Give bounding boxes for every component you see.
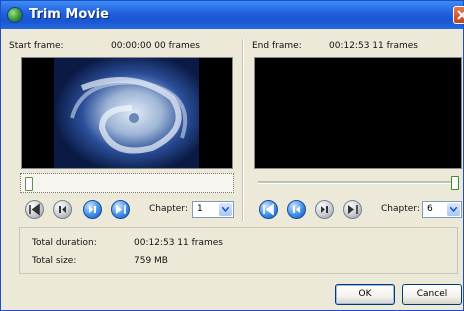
end-skip-back-button[interactable] [259, 200, 278, 219]
start-step-forward-button[interactable] [83, 200, 102, 219]
total-size-value: 759 MB [134, 256, 168, 266]
cancel-button[interactable]: Cancel [402, 284, 462, 305]
end-skip-forward-button[interactable] [343, 200, 362, 219]
start-skip-back-button[interactable] [25, 200, 44, 219]
title-bar[interactable]: Trim Movie [1, 1, 464, 29]
start-skip-forward-button[interactable] [111, 200, 130, 219]
start-preview [21, 57, 233, 169]
close-icon [457, 10, 464, 20]
chevron-down-icon[interactable] [219, 203, 232, 216]
end-slider-line [258, 181, 454, 184]
start-frame-label: Start frame: [9, 41, 64, 51]
end-step-forward-button[interactable] [315, 200, 334, 219]
end-chapter-value: 6 [427, 204, 433, 214]
step-back-icon [293, 206, 300, 213]
panel-separator [242, 39, 244, 222]
step-back-icon [59, 206, 66, 213]
trim-movie-dialog: Trim Movie Start frame: 00:00:00 00 fram… [0, 0, 464, 311]
end-frame-label: End frame: [252, 41, 302, 51]
step-forward-icon [321, 206, 328, 213]
skip-forward-icon [348, 205, 358, 214]
close-button[interactable] [453, 6, 464, 24]
chevron-down-icon[interactable] [447, 203, 460, 216]
step-forward-icon [89, 206, 96, 213]
start-chapter-label: Chapter: [149, 204, 188, 214]
ok-button[interactable]: OK [335, 284, 395, 305]
total-duration-label: Total duration: [32, 238, 97, 248]
end-slider-track[interactable] [254, 173, 462, 193]
start-step-back-button[interactable] [53, 200, 72, 219]
hurricane-image [22, 58, 232, 168]
end-chapter-select[interactable]: 6 [422, 201, 462, 218]
start-slider-track[interactable] [20, 173, 234, 193]
end-chapter-label: Chapter: [381, 204, 420, 214]
skip-back-icon [29, 203, 40, 216]
total-size-label: Total size: [32, 256, 77, 266]
end-frame-value: 00:12:53 11 frames [329, 41, 418, 51]
summary-box: Total duration: 00:12:53 11 frames Total… [19, 227, 458, 274]
start-frame-value: 00:00:00 00 frames [111, 41, 200, 51]
skip-forward-icon [116, 205, 126, 214]
end-preview [254, 57, 462, 169]
start-slider-thumb[interactable] [25, 177, 33, 191]
end-slider-thumb[interactable] [451, 176, 459, 190]
skip-back-icon [263, 203, 274, 216]
start-chapter-select[interactable]: 1 [192, 201, 234, 218]
end-step-back-button[interactable] [287, 200, 306, 219]
start-chapter-value: 1 [197, 204, 203, 214]
app-icon [7, 7, 23, 23]
total-duration-value: 00:12:53 11 frames [134, 238, 223, 248]
window-title: Trim Movie [29, 7, 109, 22]
